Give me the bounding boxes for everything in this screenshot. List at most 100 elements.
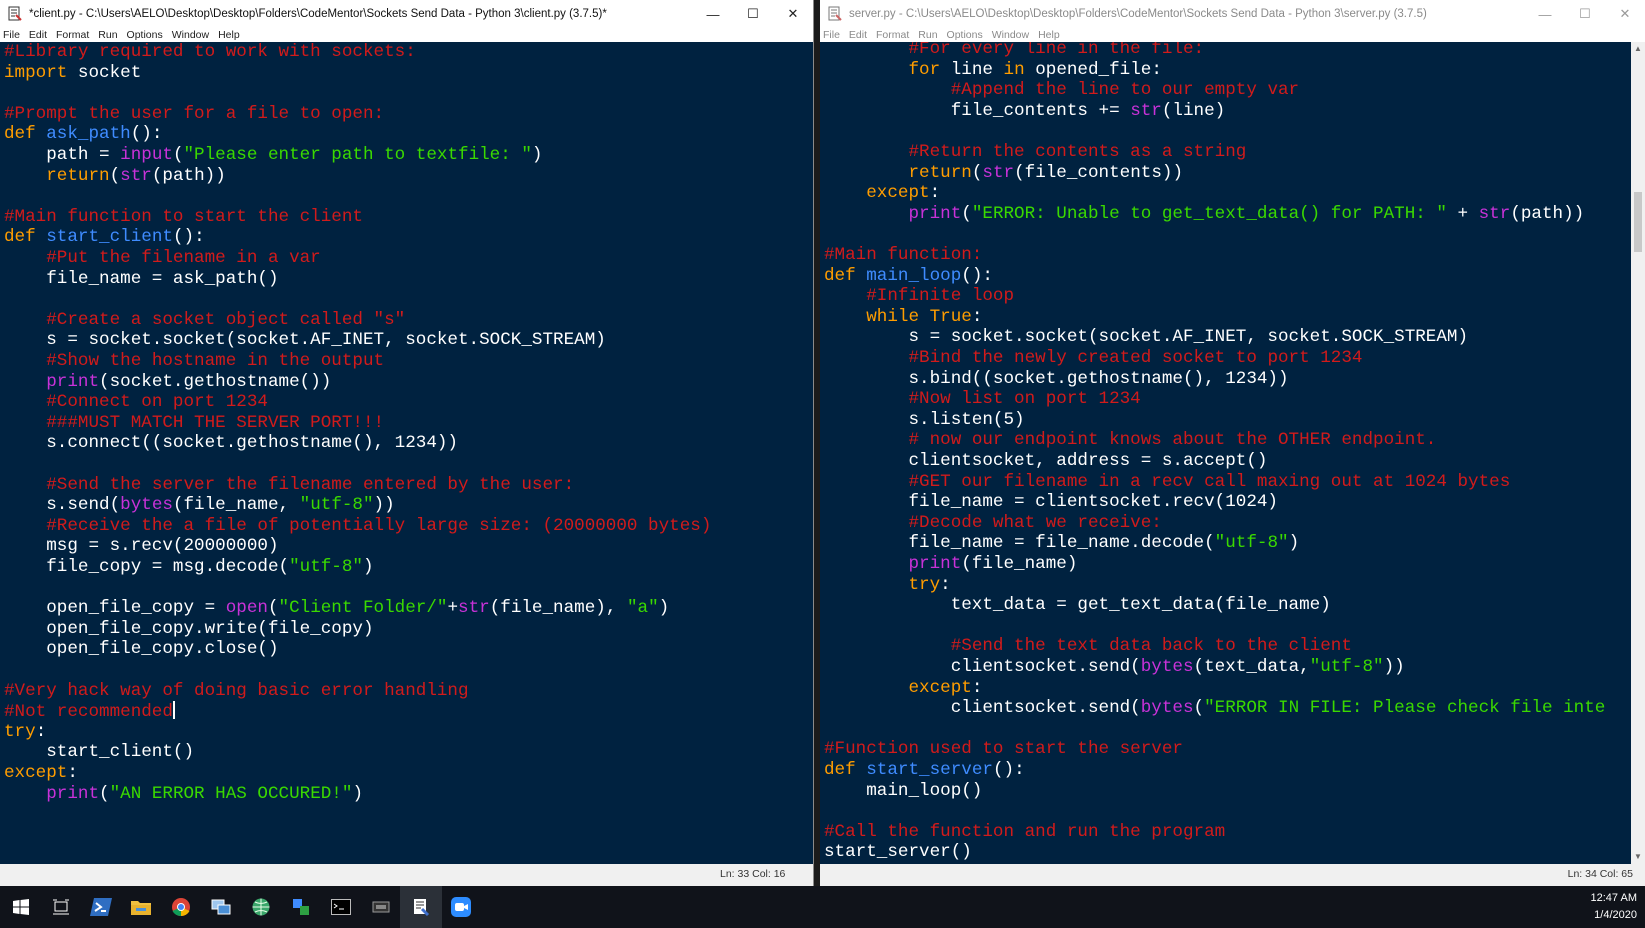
powershell-icon[interactable] (80, 886, 122, 928)
menu-file[interactable]: File (3, 29, 20, 41)
code-line[interactable]: return(str(file_contents)) (824, 163, 1183, 184)
maximize-button[interactable]: ☐ (733, 0, 773, 28)
code-line[interactable]: #Put the filename in a var (4, 248, 321, 269)
code-line[interactable]: def ask_path(): (4, 124, 162, 145)
code-line[interactable]: s.send(bytes(file_name, "utf-8")) (4, 495, 394, 516)
code-line[interactable]: #Now list on port 1234 (824, 389, 1140, 410)
code-line[interactable]: except: (824, 183, 940, 204)
code-line[interactable]: #Main function to start the client (4, 207, 363, 228)
code-line[interactable]: def start_server(): (824, 760, 1025, 781)
code-line[interactable]: print(socket.gethostname()) (4, 372, 331, 393)
code-editor[interactable]: #Library required to work with sockets: i… (0, 42, 813, 864)
code-line[interactable]: #Function used to start the server (824, 739, 1183, 760)
close-button[interactable]: ✕ (1605, 0, 1645, 28)
code-line[interactable]: try: (824, 575, 950, 596)
menu-options[interactable]: Options (127, 29, 163, 41)
code-line[interactable]: open_file_copy.close() (4, 639, 278, 660)
code-line[interactable]: file_name = clientsocket.recv(1024) (824, 492, 1278, 513)
code-line[interactable]: main_loop() (824, 781, 982, 802)
code-line[interactable]: #For every line in the file: (824, 42, 1204, 60)
menu-run[interactable]: Run (98, 29, 117, 41)
code-line[interactable]: #Decode what we receive: (824, 513, 1161, 534)
title-bar[interactable]: server.py - C:\Users\AELO\Desktop\Deskto… (820, 0, 1645, 28)
code-line[interactable]: #Send the text data back to the client (824, 636, 1352, 657)
settings-app-icon[interactable] (360, 886, 402, 928)
code-line[interactable]: msg = s.recv(20000000) (4, 536, 278, 557)
minimize-button[interactable]: — (693, 0, 733, 28)
menu-edit[interactable]: Edit (849, 29, 867, 41)
scroll-up-icon[interactable]: ▲ (1631, 42, 1645, 56)
code-line[interactable]: #Send the server the filename entered by… (4, 475, 574, 496)
code-line[interactable]: clientsocket.send(bytes(text_data,"utf-8… (824, 657, 1405, 678)
menu-format[interactable]: Format (876, 29, 909, 41)
code-line[interactable]: #Append the line to our empty var (824, 80, 1299, 101)
code-line[interactable]: s.bind((socket.gethostname(), 1234)) (824, 369, 1288, 390)
terminal-icon[interactable] (320, 886, 362, 928)
code-line[interactable]: return(str(path)) (4, 166, 226, 187)
code-line[interactable]: open_file_copy = open("Client Folder/"+s… (4, 598, 669, 619)
code-line[interactable]: #Bind the newly created socket to port 1… (824, 348, 1362, 369)
code-line[interactable]: s = socket.socket(socket.AF_INET, socket… (824, 327, 1468, 348)
code-line[interactable]: #Create a socket object called "s" (4, 310, 405, 331)
zoom-icon[interactable] (440, 886, 482, 928)
code-line[interactable]: #Show the hostname in the output (4, 351, 384, 372)
menu-window[interactable]: Window (992, 29, 1029, 41)
code-line[interactable]: import socket (4, 63, 141, 84)
network-globe-icon[interactable] (240, 886, 282, 928)
code-line[interactable]: start_server() (824, 842, 972, 863)
code-line[interactable]: s.listen(5) (824, 410, 1024, 431)
code-line[interactable]: except: (824, 678, 982, 699)
code-line[interactable]: #Infinite loop (824, 286, 1014, 307)
menu-run[interactable]: Run (918, 29, 937, 41)
close-button[interactable]: ✕ (773, 0, 813, 28)
remote-desktop-icon[interactable] (200, 886, 242, 928)
code-line[interactable]: start_client() (4, 742, 194, 763)
code-line[interactable]: open_file_copy.write(file_copy) (4, 619, 373, 640)
menu-format[interactable]: Format (56, 29, 89, 41)
code-line[interactable]: file_name = ask_path() (4, 269, 278, 290)
minimize-button[interactable]: — (1525, 0, 1565, 28)
menu-help[interactable]: Help (218, 29, 240, 41)
menu-file[interactable]: File (823, 29, 840, 41)
code-line[interactable]: for line in opened_file: (824, 60, 1161, 81)
maximize-button[interactable]: ☐ (1565, 0, 1605, 28)
title-bar[interactable]: *client.py - C:\Users\AELO\Desktop\Deskt… (0, 0, 813, 28)
menu-options[interactable]: Options (947, 29, 983, 41)
code-line[interactable]: clientsocket, address = s.accept() (824, 451, 1267, 472)
code-line[interactable]: #Not recommended (4, 701, 175, 722)
code-line[interactable]: #Call the function and run the program (824, 822, 1225, 843)
windows-start-icon[interactable] (0, 886, 42, 928)
code-line[interactable]: #Return the contents as a string (824, 142, 1246, 163)
vertical-scrollbar[interactable]: ▲ ▼ (1631, 42, 1645, 864)
code-line[interactable]: #Connect on port 1234 (4, 392, 268, 413)
code-line[interactable]: try: (4, 722, 46, 743)
code-line[interactable]: #Library required to work with sockets: (4, 42, 416, 63)
code-line[interactable]: clientsocket.send(bytes("ERROR IN FILE: … (824, 698, 1606, 719)
task-view-icon[interactable] (40, 886, 82, 928)
menu-help[interactable]: Help (1038, 29, 1060, 41)
menu-window[interactable]: Window (172, 29, 209, 41)
code-line[interactable]: file_name = file_name.decode("utf-8") (824, 533, 1299, 554)
file-explorer-icon[interactable] (120, 886, 162, 928)
code-line[interactable]: print("AN ERROR HAS OCCURED!") (4, 784, 363, 805)
people-network-icon[interactable] (280, 886, 322, 928)
code-line[interactable]: ###MUST MATCH THE SERVER PORT!!! (4, 413, 384, 434)
code-line[interactable]: def start_client(): (4, 227, 205, 248)
code-line[interactable]: print("ERROR: Unable to get_text_data() … (824, 204, 1584, 225)
scrollbar-thumb[interactable] (1634, 192, 1642, 252)
chrome-icon[interactable] (160, 886, 202, 928)
scroll-down-icon[interactable]: ▼ (1631, 850, 1645, 864)
system-clock[interactable]: 12:47 AM 1/4/2020 (1591, 890, 1637, 924)
code-editor[interactable]: #For every line in the file: for line in… (820, 42, 1631, 864)
code-line[interactable]: while True: (824, 307, 982, 328)
menu-edit[interactable]: Edit (29, 29, 47, 41)
code-line[interactable]: s = socket.socket(socket.AF_INET, socket… (4, 330, 606, 351)
code-line[interactable]: #Prompt the user for a file to open: (4, 104, 384, 125)
code-line[interactable]: print(file_name) (824, 554, 1077, 575)
code-line[interactable]: #Very hack way of doing basic error hand… (4, 681, 469, 702)
code-line[interactable]: file_contents += str(line) (824, 101, 1226, 122)
code-line[interactable]: def main_loop(): (824, 266, 993, 287)
code-line[interactable]: # now our endpoint knows about the OTHER… (824, 430, 1436, 451)
code-line[interactable]: file_copy = msg.decode("utf-8") (4, 557, 373, 578)
code-line[interactable]: path = input("Please enter path to textf… (4, 145, 542, 166)
